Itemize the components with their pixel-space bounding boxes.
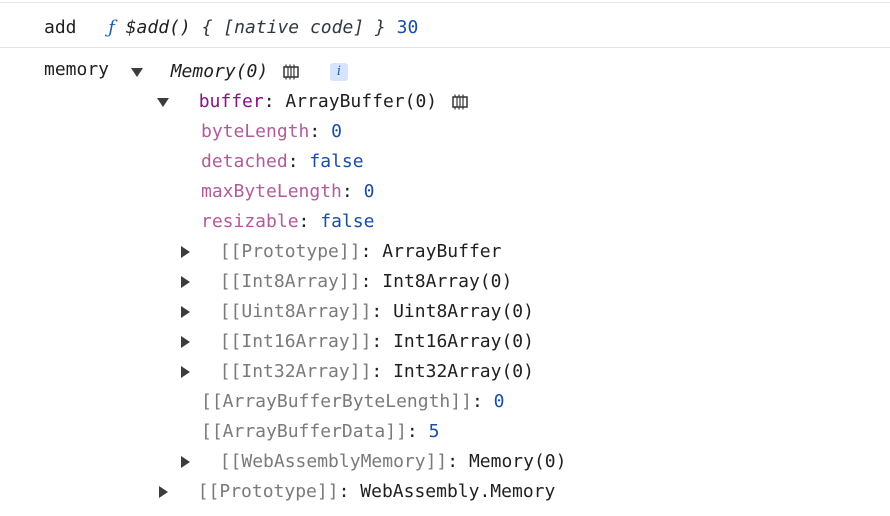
property-key: [[Int16Array]]	[219, 331, 372, 352]
property-separator: :	[371, 301, 394, 322]
property-separator: :	[338, 481, 361, 502]
property-key: [[Int8Array]]	[219, 271, 361, 292]
memory-inspector-icon[interactable]	[281, 64, 301, 80]
property-value: ArrayBuffer(0)	[285, 91, 438, 112]
function-signature: $add()	[125, 17, 191, 38]
property-value: Int8Array(0)	[382, 271, 513, 292]
property-key: maxByteLength	[201, 181, 342, 202]
property-value: Uint8Array(0)	[393, 301, 534, 322]
property-key: [[Uint8Array]]	[219, 301, 372, 322]
tree-row-maxbytelength: maxByteLength: 0	[201, 177, 374, 207]
property-value: Int32Array(0)	[393, 361, 534, 382]
tree-row-arraybufferdata: [[ArrayBufferData]]: 5	[201, 417, 439, 447]
tree-row-detached: detached: false	[201, 147, 364, 177]
property-value: false	[320, 211, 375, 232]
console-row-add: add ƒ $add() { [native code] } 30	[44, 13, 418, 43]
property-key: resizable	[201, 211, 299, 232]
expand-arrow-right-icon[interactable]	[159, 486, 168, 498]
memory-object-header[interactable]: Memory(0) i	[131, 57, 348, 87]
tree-row-bytelength: byteLength: 0	[201, 117, 342, 147]
property-key: detached	[201, 151, 288, 172]
property-value: Int16Array(0)	[393, 331, 534, 352]
function-symbol: ƒ	[108, 17, 115, 38]
tree-row-prototype[interactable]: [[Prototype]]: ArrayBuffer	[181, 237, 501, 267]
property-value: WebAssembly.Memory	[360, 481, 556, 502]
property-key: byteLength	[201, 121, 310, 142]
property-separator: :	[298, 211, 321, 232]
property-key: [[Prototype]]	[197, 481, 339, 502]
tree-row-webassemblymemory[interactable]: [[WebAssemblyMemory]]: Memory(0)	[181, 447, 567, 477]
property-value: 0	[493, 391, 505, 412]
property-separator: :	[360, 271, 383, 292]
info-icon[interactable]: i	[329, 63, 348, 81]
console-row-memory-label: memory	[44, 55, 109, 85]
property-separator: :	[287, 151, 310, 172]
expand-arrow-right-icon[interactable]	[181, 246, 190, 258]
tree-row-arraybufferbytelength: [[ArrayBufferByteLength]]: 0	[201, 387, 504, 417]
row-separator	[0, 47, 890, 48]
property-key: [[ArrayBufferByteLength]]	[201, 391, 472, 412]
property-separator: :	[406, 421, 429, 442]
property-separator: :	[371, 361, 394, 382]
property-separator: :	[371, 331, 394, 352]
function-body: { [native code] }	[201, 17, 386, 38]
top-border	[0, 2, 890, 3]
tree-row-prototype-memory[interactable]: [[Prototype]]: WebAssembly.Memory	[159, 477, 555, 507]
property-separator: :	[309, 121, 332, 142]
expand-arrow-right-icon[interactable]	[181, 306, 190, 318]
tree-row-buffer[interactable]: buffer: ArrayBuffer(0)	[157, 87, 470, 117]
property-separator: :	[471, 391, 494, 412]
return-value: 30	[396, 17, 419, 38]
property-value: 0	[331, 121, 342, 142]
property-separator: :	[447, 451, 469, 472]
property-key: [[WebAssemblyMemory]]	[219, 451, 448, 472]
expand-arrow-down-icon[interactable]	[131, 67, 143, 77]
tree-row-uint8array[interactable]: [[Uint8Array]]: Uint8Array(0)	[181, 297, 534, 327]
tree-row-int16array[interactable]: [[Int16Array]]: Int16Array(0)	[181, 327, 534, 357]
property-value: false	[309, 151, 364, 172]
expand-arrow-down-icon[interactable]	[157, 97, 169, 107]
property-value: 5	[428, 421, 440, 442]
expand-arrow-right-icon[interactable]	[181, 456, 190, 468]
tree-row-int8array[interactable]: [[Int8Array]]: Int8Array(0)	[181, 267, 512, 297]
expand-arrow-right-icon[interactable]	[181, 276, 190, 288]
property-separator: :	[341, 181, 364, 202]
memory-summary: Memory(0)	[170, 61, 269, 82]
property-key: [[Prototype]]	[219, 241, 361, 262]
property-key: [[Int32Array]]	[219, 361, 372, 382]
expand-arrow-right-icon[interactable]	[181, 366, 190, 378]
property-separator: :	[360, 241, 383, 262]
tree-row-resizable: resizable: false	[201, 207, 374, 237]
property-key: buffer	[198, 91, 264, 112]
tree-row-int32array[interactable]: [[Int32Array]]: Int32Array(0)	[181, 357, 534, 387]
property-value: Memory(0)	[468, 451, 567, 472]
property-separator: :	[263, 91, 286, 112]
expand-arrow-right-icon[interactable]	[181, 336, 190, 348]
property-value: ArrayBuffer	[382, 241, 502, 262]
memory-inspector-icon[interactable]	[450, 94, 470, 110]
variable-name: add	[44, 17, 77, 38]
property-value: 0	[363, 181, 375, 202]
variable-name: memory	[44, 59, 110, 80]
property-key: [[ArrayBufferData]]	[201, 421, 407, 442]
